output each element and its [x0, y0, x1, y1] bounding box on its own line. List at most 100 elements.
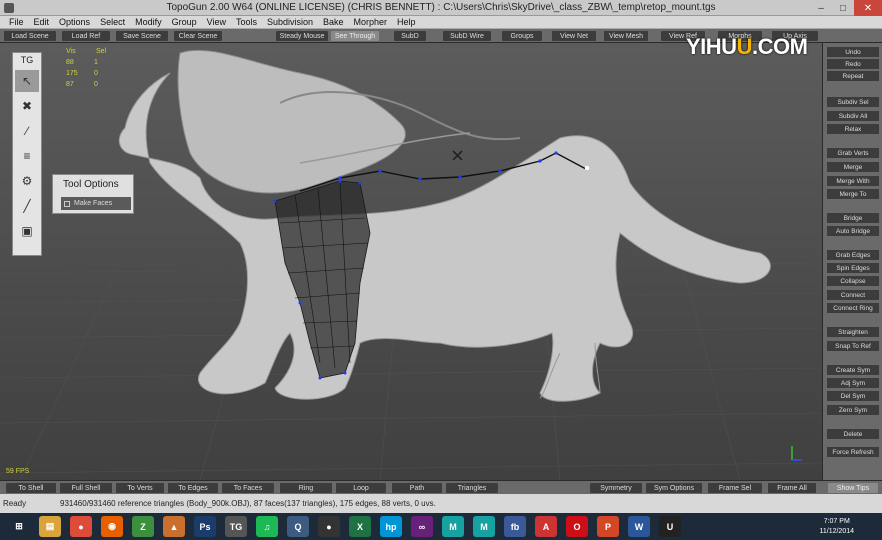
- bottom-path-button[interactable]: Path: [392, 483, 442, 493]
- quicktime-icon[interactable]: Q: [287, 516, 309, 537]
- menu-options[interactable]: Options: [54, 17, 95, 27]
- cmd-del-sym-button[interactable]: Del Sym: [827, 391, 879, 401]
- make-faces-button[interactable]: Make Faces: [61, 197, 131, 210]
- cmd-auto-bridge-button[interactable]: Auto Bridge: [827, 226, 879, 236]
- spotify-icon[interactable]: ♫: [256, 516, 278, 537]
- cmd-grab-edges-button[interactable]: Grab Edges: [827, 250, 879, 260]
- vs-icon[interactable]: ∞: [411, 516, 433, 537]
- bridge-tool-icon[interactable]: ≡: [15, 145, 39, 167]
- cmd-merge-button[interactable]: Merge: [827, 162, 879, 172]
- 3d-viewport[interactable]: [0, 43, 822, 480]
- checkbox-icon[interactable]: [64, 200, 70, 207]
- toolbar-groups-button[interactable]: Groups: [502, 31, 542, 41]
- create-tool-icon[interactable]: ✖: [15, 95, 39, 117]
- cmd-subdiv-sel-button[interactable]: Subdiv Sel: [827, 97, 879, 107]
- bottom-ring-button[interactable]: Ring: [280, 483, 332, 493]
- minimize-button[interactable]: –: [810, 0, 832, 16]
- toolbar-steady-mouse-button[interactable]: Steady Mouse: [276, 31, 328, 41]
- cmd-spin-edges-button[interactable]: Spin Edges: [827, 263, 879, 273]
- toolbar-save-scene-button[interactable]: Save Scene: [116, 31, 168, 41]
- menu-edit[interactable]: Edit: [29, 17, 55, 27]
- bottom-to-faces-button[interactable]: To Faces: [222, 483, 274, 493]
- menu-select[interactable]: Select: [95, 17, 130, 27]
- bottom-to-edges-button[interactable]: To Edges: [168, 483, 218, 493]
- bottom-symmetry-button[interactable]: Symmetry: [590, 483, 642, 493]
- cmd-merge-to-button[interactable]: Merge To: [827, 189, 879, 199]
- select-tool-icon[interactable]: ↖: [15, 70, 39, 92]
- fb-icon[interactable]: fb: [504, 516, 526, 537]
- bottom-frame-sel-button[interactable]: Frame Sel: [708, 483, 762, 493]
- bottom-full-shell-button[interactable]: Full Shell: [60, 483, 112, 493]
- cmd-snap-to-ref-button[interactable]: Snap To Ref: [827, 341, 879, 351]
- cmd-straighten-button[interactable]: Straighten: [827, 327, 879, 337]
- cmd-adj-sym-button[interactable]: Adj Sym: [827, 378, 879, 388]
- menu-modify[interactable]: Modify: [130, 17, 167, 27]
- knife-tool-icon[interactable]: ╱: [15, 195, 39, 217]
- cmd-redo-button[interactable]: Redo: [827, 59, 879, 69]
- cmd-collapse-button[interactable]: Collapse: [827, 276, 879, 286]
- menu-tools[interactable]: Tools: [231, 17, 262, 27]
- menu-view[interactable]: View: [202, 17, 231, 27]
- cmd-zero-sym-button[interactable]: Zero Sym: [827, 405, 879, 415]
- brush-tool-icon[interactable]: ⚙: [15, 170, 39, 192]
- opera-icon[interactable]: O: [566, 516, 588, 537]
- word-icon[interactable]: W: [628, 516, 650, 537]
- menu-morpher[interactable]: Morpher: [349, 17, 393, 27]
- windows-start-icon[interactable]: ⊞: [8, 516, 30, 537]
- menu-subdivision[interactable]: Subdivision: [262, 17, 318, 27]
- taskbar-clock[interactable]: 7:07 PM 11/12/2014: [819, 517, 854, 537]
- cmd-delete-button[interactable]: Delete: [827, 429, 879, 439]
- cmd-merge-with-button[interactable]: Merge With: [827, 176, 879, 186]
- bottom-to-verts-button[interactable]: To Verts: [116, 483, 164, 493]
- toolbar-see-through-button[interactable]: See Through: [331, 31, 379, 41]
- cmd-repeat-button[interactable]: Repeat: [827, 71, 879, 81]
- menu-group[interactable]: Group: [167, 17, 202, 27]
- status-info: 931460/931460 reference triangles (Body_…: [60, 499, 436, 508]
- zbrush-icon[interactable]: Z: [132, 516, 154, 537]
- photoshop-icon[interactable]: Ps: [194, 516, 216, 537]
- bottom-triangles-button[interactable]: Triangles: [446, 483, 498, 493]
- bottom-to-shell-button[interactable]: To Shell: [6, 483, 56, 493]
- maya-icon[interactable]: M: [442, 516, 464, 537]
- sidefx-icon[interactable]: ▲: [163, 516, 185, 537]
- cmd-bridge-button[interactable]: Bridge: [827, 213, 879, 223]
- cmd-connect-ring-button[interactable]: Connect Ring: [827, 303, 879, 313]
- menu-help[interactable]: Help: [392, 17, 421, 27]
- toolbar-clear-scene-button[interactable]: Clear Scene: [174, 31, 222, 41]
- cmd-force-refresh-button[interactable]: Force Refresh: [827, 447, 879, 457]
- firefox-icon[interactable]: ◉: [101, 516, 123, 537]
- cmd-subdiv-all-button[interactable]: Subdiv All: [827, 111, 879, 121]
- toolbar-subd-wire-button[interactable]: SubD Wire: [443, 31, 491, 41]
- powerpoint-icon[interactable]: P: [597, 516, 619, 537]
- file-explorer-icon[interactable]: ▤: [39, 516, 61, 537]
- hp-icon[interactable]: hp: [380, 516, 402, 537]
- menu-bake[interactable]: Bake: [318, 17, 349, 27]
- cmd-create-sym-button[interactable]: Create Sym: [827, 365, 879, 375]
- toolbar-view-mesh-button[interactable]: View Mesh: [604, 31, 648, 41]
- maya2-icon[interactable]: M: [473, 516, 495, 537]
- menu-file[interactable]: File: [4, 17, 29, 27]
- toolbar-view-net-button[interactable]: View Net: [552, 31, 596, 41]
- adobe-icon[interactable]: A: [535, 516, 557, 537]
- cmd-connect-button[interactable]: Connect: [827, 290, 879, 300]
- cmd-undo-button[interactable]: Undo: [827, 47, 879, 57]
- tubes-tool-icon[interactable]: ▣: [15, 220, 39, 242]
- toolbar-subd-button[interactable]: SubD: [394, 31, 426, 41]
- bottom-show-tips-button[interactable]: Show Tips: [828, 483, 878, 493]
- stats-header-cell: Sel: [96, 48, 107, 55]
- cmd-relax-button[interactable]: Relax: [827, 124, 879, 134]
- bottom-sym-options-button[interactable]: Sym Options: [646, 483, 702, 493]
- toolbar-load-ref-button[interactable]: Load Ref: [62, 31, 110, 41]
- draw-tool-icon[interactable]: ∕: [15, 120, 39, 142]
- toolbar-load-scene-button[interactable]: Load Scene: [4, 31, 56, 41]
- bottom-loop-button[interactable]: Loop: [336, 483, 386, 493]
- excel-icon[interactable]: X: [349, 516, 371, 537]
- unreal-icon[interactable]: U: [659, 516, 681, 537]
- bottom-frame-all-button[interactable]: Frame All: [768, 483, 816, 493]
- close-button[interactable]: ✕: [854, 0, 882, 16]
- topogun-icon[interactable]: TG: [225, 516, 247, 537]
- chrome-icon[interactable]: ●: [70, 516, 92, 537]
- cmd-grab-verts-button[interactable]: Grab Verts: [827, 148, 879, 158]
- maximize-button[interactable]: □: [832, 0, 854, 16]
- obs-icon[interactable]: ●: [318, 516, 340, 537]
